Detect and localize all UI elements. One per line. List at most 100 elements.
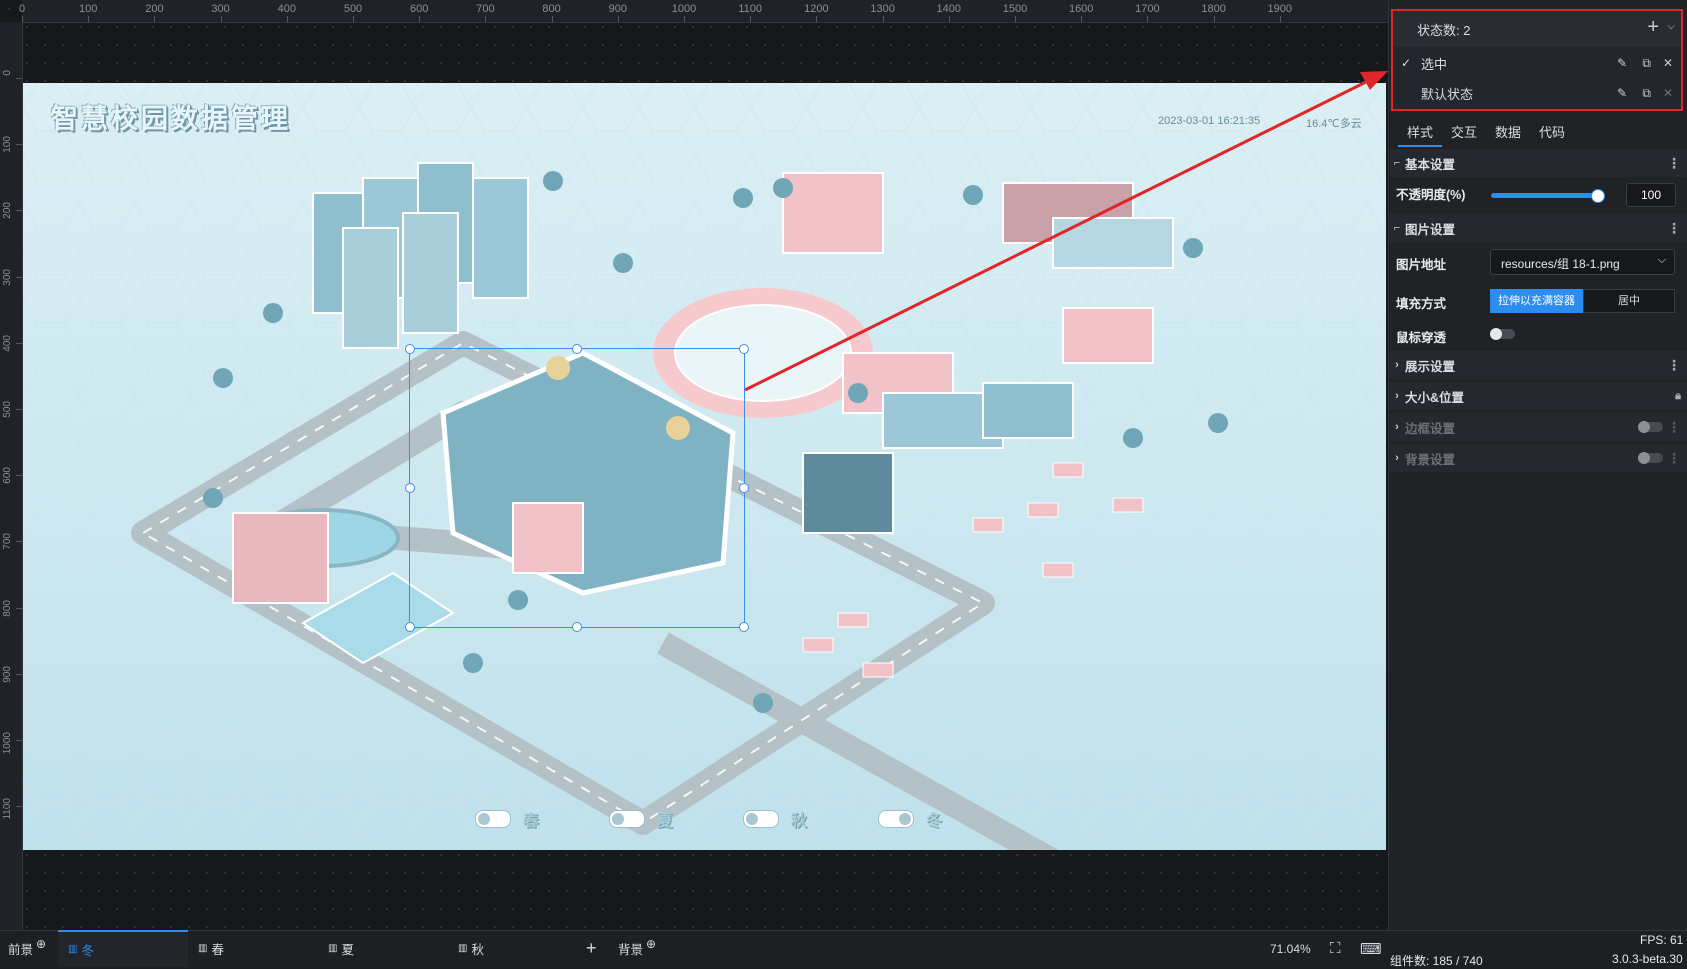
page-icon: ▥ xyxy=(68,944,78,955)
toggle-switch[interactable] xyxy=(609,810,645,828)
tab-code[interactable]: 代码 xyxy=(1530,118,1574,147)
add-circle-icon[interactable]: ⊕ xyxy=(36,937,46,951)
foreground-layer-button[interactable]: 前景 ⊕ xyxy=(8,930,46,967)
ruler-tick-label: 100 xyxy=(79,3,98,15)
tab-data[interactable]: 数据 xyxy=(1486,118,1530,147)
ruler-tick xyxy=(16,276,22,278)
property-tabs: 样式 交互 数据 代码 xyxy=(1398,118,1574,147)
resize-handle-tr[interactable] xyxy=(739,344,749,354)
campus-weather: 16.4℃多云 xyxy=(1306,118,1362,130)
section-display-settings[interactable]: › 展示设置 ⋮ xyxy=(1389,351,1687,379)
zoom-level[interactable]: 71.04% xyxy=(1270,942,1311,956)
tab-interaction[interactable]: 交互 xyxy=(1442,118,1486,147)
background-toggle[interactable] xyxy=(1638,452,1663,464)
resize-handle-bl[interactable] xyxy=(405,622,415,632)
page-tab-autumn[interactable]: ▥ 秋 xyxy=(448,930,588,967)
toggle-switch[interactable] xyxy=(743,810,779,828)
edit-icon[interactable]: ✎ xyxy=(1617,56,1627,70)
opacity-slider-handle[interactable] xyxy=(1591,189,1605,203)
ruler-tick-label: 1000 xyxy=(671,3,697,15)
more-icon[interactable]: ⋮ xyxy=(1667,357,1681,374)
season-toggle-autumn[interactable]: 秋 xyxy=(743,807,807,831)
opacity-slider[interactable] xyxy=(1491,193,1597,198)
fill-mode-stretch[interactable]: 拉伸以充满容器 xyxy=(1490,289,1583,313)
season-toggle-summer[interactable]: 夏 xyxy=(609,807,673,831)
ruler-tick xyxy=(16,475,22,477)
ruler-tick xyxy=(684,16,685,22)
section-background-settings[interactable]: › 背景设置 ⋮ xyxy=(1389,444,1687,472)
ruler-tick-label: 200 xyxy=(145,3,164,15)
edit-icon[interactable]: ✎ xyxy=(1617,86,1627,100)
resize-handle-b[interactable] xyxy=(572,622,582,632)
more-icon[interactable]: ⋮ xyxy=(1667,220,1681,237)
state-item-selected[interactable]: ✓ 选中 ✎ ⧉ ✕ xyxy=(1393,48,1681,78)
ruler-tick xyxy=(286,16,288,22)
ruler-tick xyxy=(1213,16,1215,22)
selection-box[interactable] xyxy=(405,344,749,632)
resize-handle-br[interactable] xyxy=(739,622,749,632)
tab-style[interactable]: 样式 xyxy=(1398,118,1443,147)
season-toggle-winter[interactable]: 冬 xyxy=(878,807,942,831)
page-label: 秋 xyxy=(471,943,484,957)
page-tab-summer[interactable]: ▥ 夏 xyxy=(318,930,458,967)
ruler-tick xyxy=(551,16,553,22)
ruler-tick xyxy=(16,342,22,344)
toggle-switch[interactable] xyxy=(475,810,511,828)
more-icon[interactable]: ⋮ xyxy=(1667,155,1681,172)
fit-screen-icon[interactable]: ⛶ xyxy=(1330,940,1341,957)
mouse-through-toggle[interactable] xyxy=(1490,328,1515,340)
ruler-tick xyxy=(16,541,22,543)
ruler-tick-label: 400 xyxy=(277,3,296,15)
add-state-icon[interactable]: + xyxy=(1647,16,1659,39)
section-title: 边框设置 xyxy=(1405,421,1456,436)
section-title: 基本设置 xyxy=(1405,157,1456,172)
ruler-tick-label: 1300 xyxy=(870,3,895,15)
lock-icon[interactable]: 🔒︎ xyxy=(1675,390,1681,403)
state-manager: 状态数: 2 + ⌵ ✓ 选中 ✎ ⧉ ✕ 默认状态 ✎ ⧉ ✕ xyxy=(1391,9,1683,111)
resize-handle-l[interactable] xyxy=(405,483,415,493)
image-url-select[interactable]: resources/组 18-1.png ⌵ xyxy=(1490,249,1675,275)
ruler-tick xyxy=(816,16,818,22)
section-image-settings[interactable]: ⌐ 图片设置 ⋮ xyxy=(1389,214,1687,242)
more-icon: ⋮ xyxy=(1667,418,1681,435)
ruler-tick-label: 1500 xyxy=(1002,3,1028,15)
foreground-label: 前景 xyxy=(8,943,34,957)
page-tab-winter[interactable]: ▥ 冬 xyxy=(58,930,188,967)
state-item-default[interactable]: 默认状态 ✎ ⧉ ✕ xyxy=(1393,78,1681,108)
section-title: 图片设置 xyxy=(1405,222,1456,237)
mouse-through-label: 鼠标穿透 xyxy=(1396,331,1447,345)
copy-icon[interactable]: ⧉ xyxy=(1642,86,1651,101)
fill-mode-center[interactable]: 居中 xyxy=(1583,289,1675,313)
page-label: 春 xyxy=(211,943,224,957)
border-toggle[interactable] xyxy=(1638,421,1663,433)
opacity-input[interactable]: 100 xyxy=(1626,183,1676,207)
resize-handle-r[interactable] xyxy=(739,483,749,493)
campus-datetime: 2023-03-01 16:21:35 xyxy=(1158,115,1261,127)
ruler-tick-label: 600 xyxy=(410,3,429,15)
ruler-tick-label: 0 xyxy=(18,3,26,15)
keyboard-icon[interactable]: ⌨ xyxy=(1360,940,1382,958)
resize-handle-tl[interactable] xyxy=(405,344,415,354)
section-border-settings[interactable]: › 边框设置 ⋮ xyxy=(1389,413,1687,441)
background-layer-button[interactable]: 背景 ⊕ xyxy=(618,930,656,967)
expand-icon: › xyxy=(1395,421,1399,433)
ruler-tick xyxy=(16,210,22,212)
ruler-tick xyxy=(1279,16,1281,22)
section-basic-settings[interactable]: ⌐ 基本设置 ⋮ xyxy=(1389,149,1687,177)
chevron-down-icon[interactable]: ⌵ xyxy=(1667,21,1675,32)
copy-icon[interactable]: ⧉ xyxy=(1642,56,1651,71)
close-icon[interactable]: ✕ xyxy=(1663,56,1673,70)
resize-handle-t[interactable] xyxy=(572,344,582,354)
page-tab-spring[interactable]: ▥ 春 xyxy=(188,930,328,967)
add-circle-icon[interactable]: ⊕ xyxy=(646,937,656,951)
season-toggle-spring[interactable]: 春 xyxy=(475,807,539,831)
toggle-switch[interactable] xyxy=(878,810,914,828)
ruler-tick-label: 500 xyxy=(2,401,13,418)
ruler-tick xyxy=(882,16,884,22)
expand-icon: › xyxy=(1395,390,1399,402)
ruler-tick xyxy=(617,16,619,22)
ruler-tick-label: 1000 xyxy=(2,732,13,755)
more-icon: ⋮ xyxy=(1667,449,1681,466)
section-size-position[interactable]: › 大小&位置 🔒︎ xyxy=(1389,382,1687,410)
add-page-icon[interactable]: + xyxy=(586,930,597,967)
